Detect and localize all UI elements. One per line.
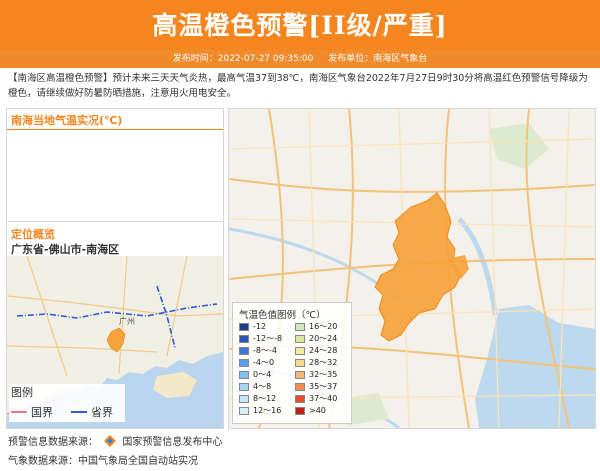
legend-swatch xyxy=(295,359,305,367)
nwpc-logo-icon xyxy=(104,435,117,447)
warning-description: 【南海区高温橙色预警】预计未来三天天气炎热，最高气温37到38℃，南海区气象台2… xyxy=(8,73,588,99)
legend-swatch xyxy=(295,395,305,403)
boundary-legend-title: 图例 xyxy=(11,386,33,399)
meta-bar: 发布时间：2022-07-27 09:35:00 发布单位：南海区气象台 xyxy=(0,50,600,68)
legend-swatch xyxy=(239,383,249,391)
legend-swatch xyxy=(239,407,249,415)
publisher: 发布单位：南海区气象台 xyxy=(328,54,428,64)
temperature-legend: 气温色值图例（℃） -12 -12～-8 -8～-4 -4～0 0～4 4～8 … xyxy=(232,302,352,424)
legend-swatch xyxy=(295,383,305,391)
province-border-line xyxy=(71,411,87,413)
legend-item-province: 省界 xyxy=(71,404,127,419)
location-panel-title: 定位概览 xyxy=(11,228,55,241)
legend-swatch xyxy=(239,347,249,355)
warning-title: 高温橙色预警[II级/严重] xyxy=(152,11,448,40)
legend-swatch xyxy=(295,323,305,331)
legend-swatch xyxy=(295,371,305,379)
legend-swatch xyxy=(239,371,249,379)
temperature-legend-title: 气温色值图例（℃） xyxy=(239,310,326,321)
legend-item-national: 国界 xyxy=(11,404,67,419)
warning-source-name[interactable]: 国家预警信息发布中心 xyxy=(122,437,222,448)
province-border-label: 省界 xyxy=(91,406,113,419)
national-border-line xyxy=(11,411,27,413)
national-border-label: 国界 xyxy=(31,406,53,419)
warning-source-prefix: 预警信息数据来源： xyxy=(8,437,98,448)
panel-divider xyxy=(7,129,223,130)
temperature-panel: 南海当地气温实况(℃) xyxy=(6,108,224,222)
temperature-panel-title: 南海当地气温实况(℃) xyxy=(11,114,123,127)
map-city-label: 广州 xyxy=(119,316,135,326)
location-path: 广东省-佛山市-南海区 xyxy=(11,243,120,256)
publish-time: 发布时间：2022-07-27 09:35:00 xyxy=(172,54,314,64)
legend-swatch xyxy=(239,323,249,331)
weather-source: 气象数据来源：中国气象局全国自动站实况 xyxy=(8,456,198,467)
boundary-legend: 图例 国界 省界 xyxy=(9,384,125,422)
legend-swatch xyxy=(295,407,305,415)
legend-swatch xyxy=(239,395,249,403)
location-panel: 定位概览 广东省-佛山市-南海区 广州 图例 国界 省界 xyxy=(6,221,224,429)
warning-source: 预警信息数据来源： 国家预警信息发布中心 xyxy=(8,433,222,448)
legend-swatch xyxy=(295,335,305,343)
legend-swatch xyxy=(295,347,305,355)
legend-swatch xyxy=(239,335,249,343)
legend-swatch xyxy=(239,359,249,367)
